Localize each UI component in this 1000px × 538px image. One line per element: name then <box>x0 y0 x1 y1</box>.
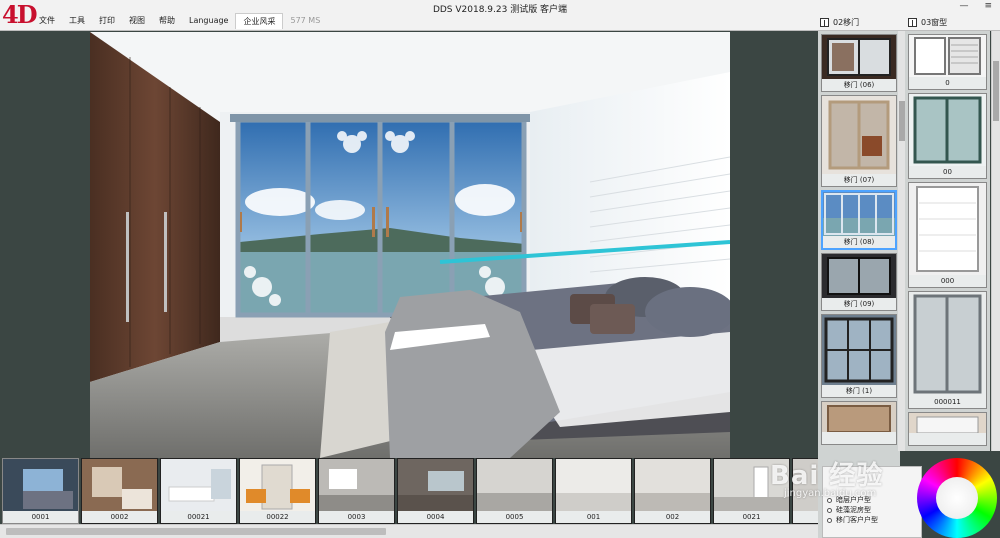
window-thumbnail <box>909 413 986 433</box>
scene-label: 0003 <box>319 511 394 523</box>
door-label <box>822 432 896 444</box>
door-item-selected[interactable]: 移门 (08) <box>821 190 897 250</box>
scene-item[interactable]: 00022 <box>239 458 316 524</box>
menu-language[interactable]: Language <box>182 13 235 29</box>
scene-label: 00021 <box>161 511 236 523</box>
scene-item[interactable]: 0004 <box>397 458 474 524</box>
scrollbar-thumb[interactable] <box>6 528 386 535</box>
window-item[interactable] <box>908 412 987 446</box>
panel-toggle-icon[interactable] <box>820 17 829 27</box>
scene-thumbnail <box>635 459 710 513</box>
door-label: 移门 (06) <box>822 79 896 91</box>
window-label: 000 <box>909 275 986 287</box>
window-thumbnail <box>909 35 986 77</box>
scene-thumbnail <box>3 459 78 513</box>
scene-thumbnail <box>319 459 394 513</box>
scene-thumbnail <box>556 459 631 513</box>
window-label: 0 <box>909 77 986 89</box>
window-thumbnail <box>909 183 986 275</box>
menu-help[interactable]: 帮助 <box>152 13 182 29</box>
window-label <box>909 433 986 445</box>
panel-header-window-types: 03窗型 <box>908 15 947 29</box>
door-thumbnail <box>823 192 895 236</box>
radio-icon <box>827 517 832 523</box>
color-picker-center <box>936 477 978 519</box>
door-label: 移门 (1) <box>822 385 896 397</box>
door-label: 移门 (08) <box>823 236 895 248</box>
house-type-item[interactable]: 移门客户户型 <box>827 515 917 525</box>
scene-item-selected[interactable]: 0001 <box>2 458 79 524</box>
menu-view[interactable]: 视图 <box>122 13 152 29</box>
window-item[interactable]: 000011 <box>908 291 987 409</box>
scene-label: 001 <box>556 511 631 523</box>
scene-item[interactable]: 001 <box>555 458 632 524</box>
window-type-scrollbar[interactable] <box>991 31 1000 451</box>
color-picker-wheel[interactable] <box>917 458 997 538</box>
minimize-icon[interactable]: — <box>959 1 968 11</box>
door-thumbnail <box>822 402 896 432</box>
watermark-url: jingyan.baidu.com <box>784 488 877 499</box>
scene-item[interactable]: 0005 <box>476 458 553 524</box>
door-thumbnail <box>822 254 896 298</box>
panel-header-sliding-doors: 02移门 <box>820 15 859 29</box>
menu-print[interactable]: 打印 <box>92 13 122 29</box>
render-viewport[interactable] <box>90 32 730 458</box>
window-label: 000011 <box>909 396 986 408</box>
scene-thumbnail <box>477 459 552 513</box>
scene-thumbnail <box>161 459 236 513</box>
scene-label: 0005 <box>477 511 552 523</box>
window-controls: — ≡ <box>959 1 992 11</box>
scene-label: 0001 <box>3 511 78 523</box>
menu-tools[interactable]: 工具 <box>62 13 92 29</box>
window-thumbnail <box>909 94 986 166</box>
scene-thumbnail <box>240 459 315 513</box>
bedroom-render <box>90 32 730 458</box>
door-thumbnail <box>822 35 896 79</box>
scene-label: 00022 <box>240 511 315 523</box>
watermark: Bai 经验 jingyan.baidu.com <box>770 455 920 515</box>
window-label: 00 <box>909 166 986 178</box>
scene-item[interactable]: 00021 <box>160 458 237 524</box>
app-window: 4D DDS V2018.9.23 测试版 客户端 文件 工具 打印 视图 帮助… <box>0 0 1000 538</box>
door-item[interactable]: 移门 (06) <box>821 34 897 92</box>
window-item[interactable]: 000 <box>908 182 987 288</box>
scene-strip: 0001 0002 00021 00022 0003 0004 0005 001… <box>0 458 818 524</box>
door-item[interactable]: 移门 (07) <box>821 95 897 187</box>
render-time-label: 577 MS <box>290 16 321 25</box>
panel-title: 03窗型 <box>921 17 948 27</box>
scene-thumbnail <box>398 459 473 513</box>
door-label: 移门 (07) <box>822 174 896 186</box>
door-thumbnail <box>822 96 896 174</box>
panel-title: 02移门 <box>833 17 860 27</box>
scene-label: 0002 <box>82 511 157 523</box>
watermark-logo: Bai 经验 <box>770 461 884 491</box>
window-item[interactable]: 00 <box>908 93 987 179</box>
door-item[interactable]: 移门 (1) <box>821 314 897 398</box>
menu-file[interactable]: 文件 <box>32 13 62 29</box>
scene-item[interactable]: 0003 <box>318 458 395 524</box>
menu-icon[interactable]: ≡ <box>984 1 992 11</box>
scene-item[interactable]: 002 <box>634 458 711 524</box>
window-type-panel: 0 00 000 000011 <box>905 31 990 451</box>
scene-label: 0004 <box>398 511 473 523</box>
scene-item[interactable]: 0002 <box>81 458 158 524</box>
scene-thumbnail <box>82 459 157 513</box>
scrollbar-thumb[interactable] <box>993 61 999 121</box>
door-item[interactable]: 移门 (09) <box>821 253 897 311</box>
door-label: 移门 (09) <box>822 298 896 310</box>
menu-company[interactable]: 企业风采 <box>235 13 284 29</box>
scene-strip-scrollbar[interactable] <box>0 524 818 538</box>
window-thumbnail <box>909 292 986 396</box>
window-item[interactable]: 0 <box>908 34 987 90</box>
panel-toggle-icon[interactable] <box>908 17 917 27</box>
door-thumbnail <box>822 315 896 385</box>
menu-bar: 文件 工具 打印 视图 帮助 Language 企业风采 577 MS <box>32 13 327 29</box>
house-type-label: 移门客户户型 <box>836 516 878 524</box>
door-item[interactable] <box>821 401 897 445</box>
scene-label: 002 <box>635 511 710 523</box>
